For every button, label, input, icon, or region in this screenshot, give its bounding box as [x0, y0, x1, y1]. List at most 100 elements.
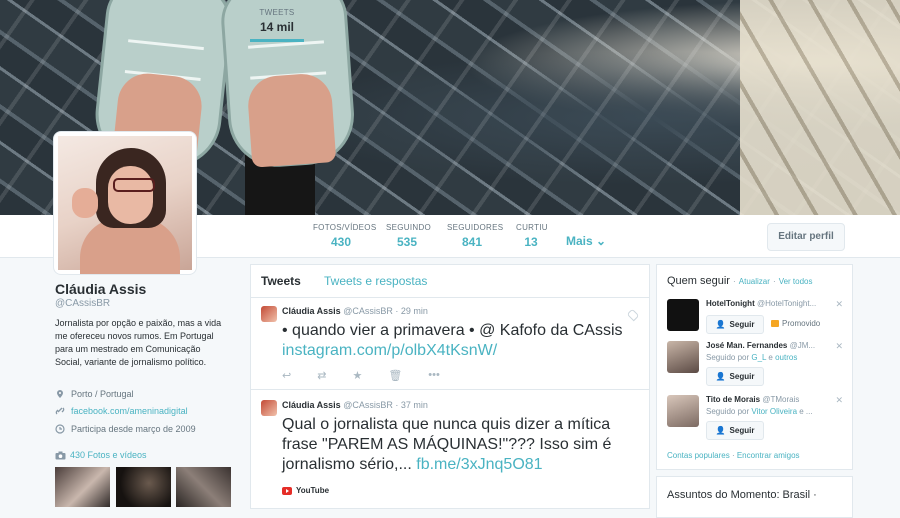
trends-panel: Assuntos do Momento: Brasil · [656, 476, 853, 518]
profile-website[interactable]: facebook.com/ameninadigital [55, 406, 188, 416]
follow-button[interactable]: 👤 Seguir [706, 315, 764, 334]
tweet-text: • quando vier a primavera • @ Kafofo da … [282, 321, 632, 361]
stat-photos-videos[interactable]: FOTOS/VÍDEOS 430 [313, 223, 377, 249]
who-to-follow-header: Quem seguir · Atualizar · Ver todos [667, 275, 813, 287]
suggestion-display-name[interactable]: Tito de Morais [706, 395, 760, 404]
photo-thumbnail[interactable] [55, 467, 110, 507]
suggestion-name[interactable]: HotelTonight @HotelTonight... [706, 299, 816, 308]
tweet-timestamp[interactable]: · 29 min [395, 306, 428, 316]
retweet-icon[interactable]: ⇄ [317, 369, 326, 382]
reply-icon[interactable]: ↩ [282, 369, 291, 382]
tweet-text: Qual o jornalista que nunca quis dizer a… [282, 415, 632, 475]
edit-profile-button[interactable]: Editar perfil [767, 223, 845, 251]
hoteltonight-avatar[interactable] [667, 299, 699, 331]
tab-tweets[interactable]: Tweets [261, 274, 301, 288]
who-to-follow-title: Quem seguir [667, 275, 730, 287]
followed-by-text: Seguido por Vitor Oliveira e ... [706, 407, 813, 416]
tab-tweets-replies[interactable]: Tweets e respostas [324, 274, 427, 288]
stat-label: FOTOS/VÍDEOS [313, 223, 377, 232]
profile-handle[interactable]: @CAssisBR [55, 298, 110, 309]
suggestion-name[interactable]: Tito de Morais @TMorais [706, 395, 799, 404]
followed-by-suffix: e [766, 353, 776, 362]
location-pin-icon [57, 390, 63, 398]
more-options-icon[interactable]: ••• [428, 369, 440, 382]
trends-title: Assuntos do Momento: Brasil · [667, 489, 817, 501]
dismiss-icon[interactable]: ✕ [835, 341, 843, 352]
delete-icon[interactable]: 🗑 [388, 369, 402, 382]
tweet[interactable]: Cláudia Assis @CAssisBR · 37 min Qual o … [251, 390, 649, 508]
suggestion-jose-manuel-fernandes[interactable]: José Man. Fernandes @JM... ✕ Seguido por… [667, 341, 847, 391]
jose-avatar[interactable] [667, 341, 699, 373]
who-to-follow-footer: Contas populares · Encontrar amigos [667, 451, 800, 460]
clock-icon [55, 424, 65, 434]
stat-following[interactable]: SEGUINDO 535 [386, 223, 432, 249]
followed-by-link[interactable]: Vitor Oliveira [751, 407, 797, 416]
tweet-link[interactable]: instagram.com/p/olbX4tKsnW/ [282, 342, 497, 359]
suggestion-handle: @JM... [789, 341, 816, 350]
suggestion-name[interactable]: José Man. Fernandes @JM... [706, 341, 815, 350]
follow-button[interactable]: 👤 Seguir [706, 367, 764, 386]
stat-likes[interactable]: CURTIU 13 [516, 223, 548, 249]
tito-avatar[interactable] [667, 395, 699, 427]
joined-text: Participa desde março de 2009 [71, 424, 196, 434]
tweet[interactable]: Cláudia Assis @CAssisBR · 29 min • quand… [251, 298, 649, 390]
website-link[interactable]: facebook.com/ameninadigital [71, 406, 188, 416]
follow-user-icon: 👤 [715, 320, 726, 329]
tweet-timestamp[interactable]: · 37 min [395, 400, 428, 410]
dismiss-icon[interactable]: ✕ [835, 299, 843, 310]
photo-thumbnail[interactable] [176, 467, 231, 507]
stat-value: 841 [461, 235, 483, 249]
follow-user-icon: 👤 [715, 426, 726, 435]
tweet-avatar[interactable] [261, 306, 277, 322]
promoted-label: Promovido [782, 319, 821, 328]
stat-followers[interactable]: SEGUIDORES 841 [447, 223, 503, 249]
tweet-link[interactable]: fb.me/3xJnq5O81 [416, 456, 542, 473]
others-link[interactable]: outros [775, 353, 797, 362]
profile-joined: Participa desde março de 2009 [55, 424, 196, 434]
follow-button[interactable]: 👤 Seguir [706, 421, 764, 440]
suggestion-handle: @HotelTonight... [756, 299, 817, 308]
view-all-link[interactable]: Ver todos [779, 277, 813, 286]
stat-label: TWEETS [259, 8, 295, 17]
link-icon [55, 407, 65, 415]
more-menu[interactable]: Mais ⌄ [566, 234, 606, 248]
favorite-icon[interactable]: ★ [352, 369, 362, 382]
youtube-icon [282, 486, 292, 495]
photo-thumbnail[interactable] [116, 467, 171, 507]
tweet-author-name[interactable]: Cláudia Assis [282, 306, 341, 316]
stat-label: CURTIU [516, 223, 548, 232]
location-text: Porto / Portugal [71, 389, 134, 399]
youtube-card[interactable]: YouTube [282, 486, 329, 495]
suggestion-display-name[interactable]: José Man. Fernandes [706, 341, 787, 350]
follow-label: Seguir [729, 320, 755, 329]
profile-location: Porto / Portugal [55, 389, 134, 399]
followed-by-link[interactable]: G_L [751, 353, 766, 362]
refresh-link[interactable]: Atualizar [739, 277, 770, 286]
tweet-author-handle: @CAssisBR [343, 400, 393, 410]
stat-value: 14 mil [259, 20, 295, 34]
profile-name[interactable]: Cláudia Assis [55, 281, 146, 297]
follow-label: Seguir [729, 426, 755, 435]
pin-icon [626, 308, 640, 322]
tweet-avatar[interactable] [261, 400, 277, 416]
popular-accounts-link[interactable]: Contas populares [667, 451, 730, 460]
suggestion-handle: @TMorais [762, 395, 800, 404]
stat-value: 13 [524, 235, 538, 249]
suggestion-hoteltonight[interactable]: HotelTonight @HotelTonight... ✕ 👤 Seguir… [667, 299, 847, 339]
stat-value: 430 [330, 235, 352, 249]
stat-label: SEGUINDO [386, 223, 432, 232]
tweet-author-handle: @CAssisBR [343, 306, 393, 316]
dismiss-icon[interactable]: ✕ [835, 395, 843, 406]
stat-tweets[interactable]: TWEETS 14 mil [250, 8, 304, 42]
suggestion-display-name[interactable]: HotelTonight [706, 299, 755, 308]
suggestion-tito-de-morais[interactable]: Tito de Morais @TMorais ✕ Seguido por Vi… [667, 395, 847, 445]
chevron-down-icon: ⌄ [596, 234, 607, 248]
tweet-author-name[interactable]: Cláudia Assis [282, 400, 341, 410]
camera-icon [55, 451, 66, 459]
tweet-header: Cláudia Assis @CAssisBR · 37 min [282, 400, 428, 410]
find-friends-link[interactable]: Encontrar amigos [737, 451, 800, 460]
avatar[interactable] [53, 131, 197, 275]
stat-value: 535 [396, 235, 418, 249]
promoted-badge: Promovido [771, 319, 820, 328]
photos-videos-link[interactable]: 430 Fotos e vídeos [55, 450, 147, 460]
